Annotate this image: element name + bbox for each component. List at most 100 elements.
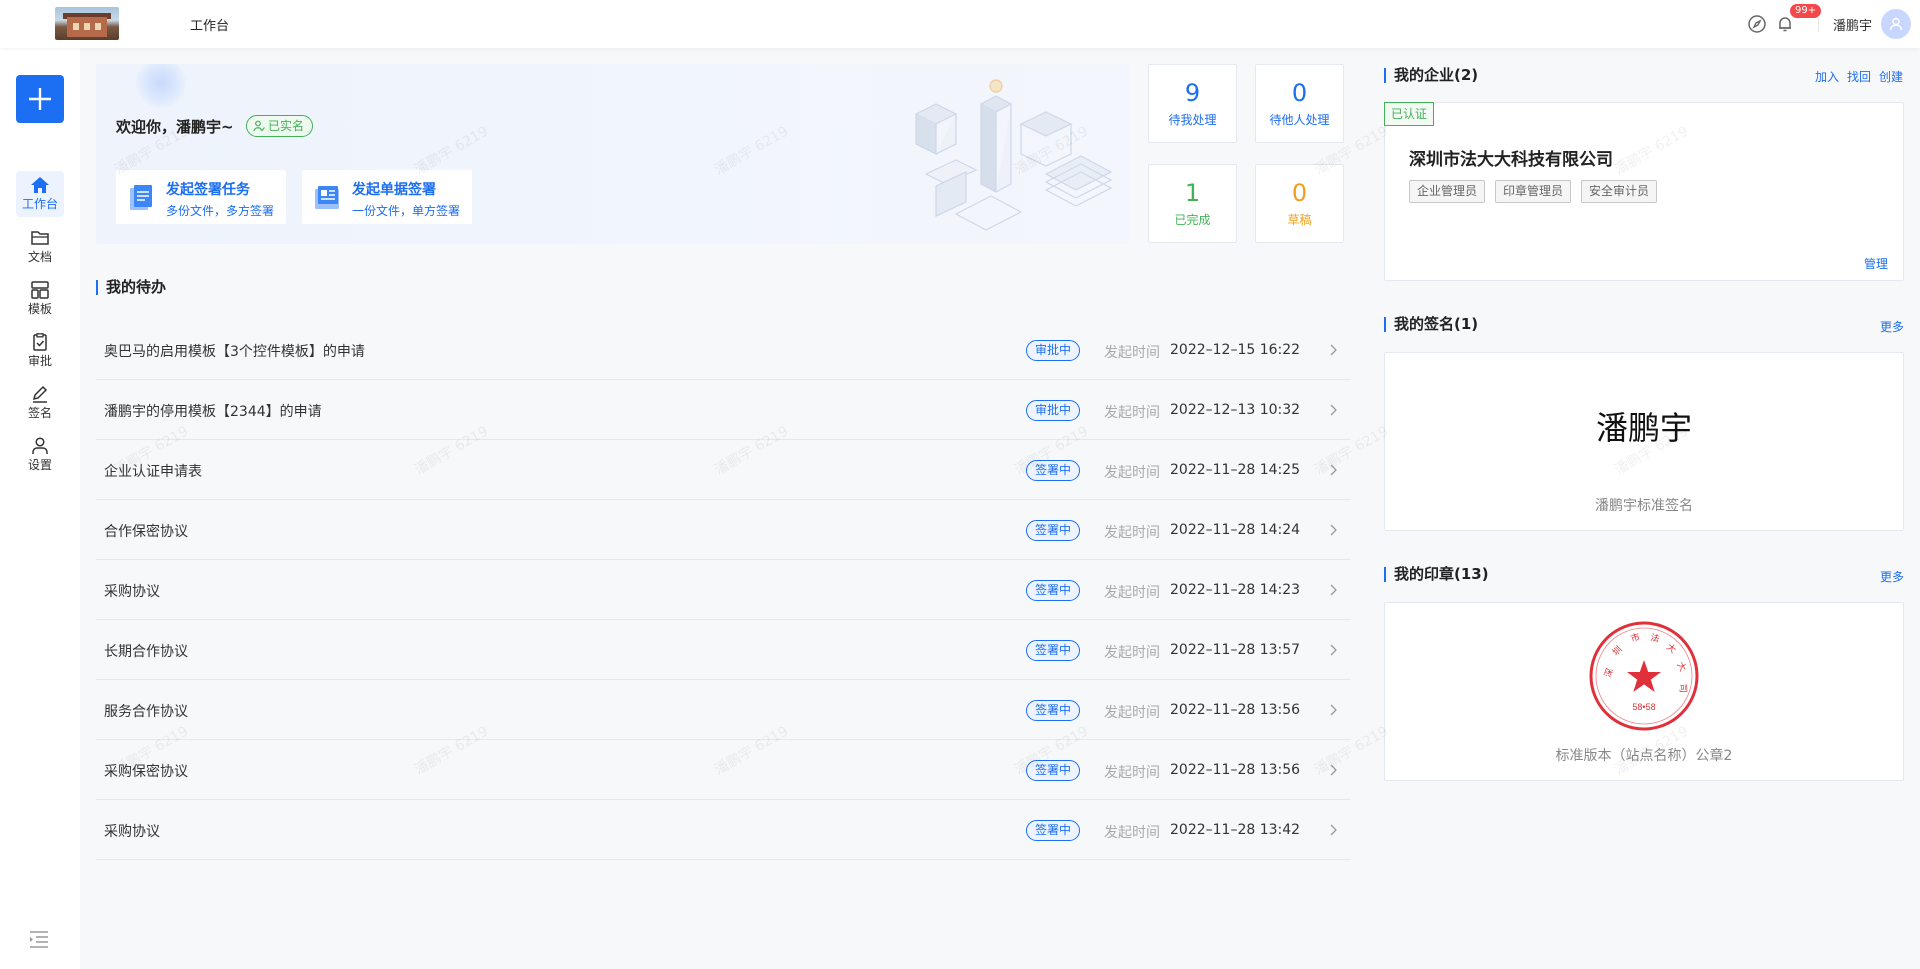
welcome-text: 欢迎你，潘鹏宇~: [116, 118, 234, 136]
todo-time: 2022–11–28 13:57: [1170, 642, 1301, 658]
seal-caption: 标准版本（站点名称）公章2: [1555, 748, 1733, 764]
svg-text:深: 深: [1602, 667, 1614, 679]
stat-pending-others[interactable]: 0 待他人处理: [1255, 64, 1344, 143]
avatar[interactable]: [1881, 9, 1911, 39]
time-label: 发起时间: [1104, 525, 1160, 541]
pen-icon: [32, 385, 48, 403]
plus-icon: [29, 88, 51, 110]
create-button[interactable]: [16, 75, 64, 123]
sidebar-item-label: 设置: [27, 458, 52, 472]
approval-icon: [33, 333, 47, 351]
status-badge: 签署中: [1026, 520, 1081, 541]
role-tag: 企业管理员: [1409, 180, 1486, 203]
seal-section-title: 我的印章(13): [1384, 567, 1489, 582]
stat-drafts[interactable]: 0 草稿: [1255, 164, 1344, 243]
sidebar-item-approval[interactable]: 审批: [16, 328, 64, 374]
todo-name: 服务合作协议: [104, 704, 188, 720]
svg-text:圳: 圳: [1610, 644, 1623, 657]
todo-row[interactable]: 采购协议 签署中 发起时间 2022–11–28 14:23: [96, 560, 1351, 620]
todo-list: 奥巴马的启用模板【3个控件模板】的申请 审批中 发起时间 2022–12–15 …: [96, 320, 1351, 860]
join-link[interactable]: 加入: [1815, 68, 1839, 85]
svg-text:大: 大: [1675, 660, 1689, 673]
time-label: 发起时间: [1104, 765, 1160, 781]
logo[interactable]: [55, 7, 119, 40]
time-label: 发起时间: [1104, 345, 1160, 361]
status-badge: 审批中: [1026, 400, 1081, 421]
todo-section-title: 我的待办: [96, 280, 166, 295]
template-icon: [31, 281, 49, 299]
status-badge: 签署中: [1026, 700, 1081, 721]
stat-label: 待他人处理: [1269, 113, 1330, 127]
manage-link[interactable]: 管理: [1864, 255, 1888, 272]
action-subtitle: 多份文件，多方签署: [166, 204, 275, 218]
svg-text:法: 法: [1650, 631, 1661, 644]
todo-name: 采购保密协议: [104, 764, 188, 780]
status-badge: 签署中: [1026, 760, 1081, 781]
user-icon: [1889, 17, 1903, 31]
single-document-icon: [315, 186, 339, 209]
todo-row[interactable]: 合作保密协议 签署中 发起时间 2022–11–28 14:24: [96, 500, 1351, 560]
todo-name: 采购协议: [104, 824, 160, 840]
todo-row[interactable]: 奥巴马的启用模板【3个控件模板】的申请 审批中 发起时间 2022–12–15 …: [96, 320, 1351, 380]
bell-icon[interactable]: [1775, 14, 1795, 34]
create-link[interactable]: 创建: [1879, 68, 1903, 85]
time-label: 发起时间: [1104, 585, 1160, 601]
chevron-right-icon: [1330, 704, 1337, 716]
signature-section-title: 我的签名(1): [1384, 317, 1478, 332]
start-single-sign-button[interactable]: 发起单据签署 一份文件，单方签署: [302, 170, 472, 224]
action-title: 发起签署任务: [166, 182, 250, 198]
todo-name: 企业认证申请表: [104, 464, 202, 480]
certified-badge: 已认证: [1384, 102, 1435, 126]
sidebar-item-settings[interactable]: 设置: [16, 432, 64, 478]
time-label: 发起时间: [1104, 405, 1160, 421]
stat-value: 0: [1291, 79, 1308, 107]
stat-value: 0: [1291, 179, 1308, 207]
welcome-banner: 欢迎你，潘鹏宇~ 已实名 发起签署任务 多份文件，多方签署 发起单据签署 一份文…: [96, 64, 1129, 244]
todo-row[interactable]: 企业认证申请表 签署中 发起时间 2022–11–28 14:25: [96, 440, 1351, 500]
verified-badge: 已实名: [246, 115, 314, 137]
verified-user-icon: [253, 120, 265, 132]
notification-badge: 99+: [1790, 4, 1822, 18]
stat-pending-me[interactable]: 9 待我处理: [1148, 64, 1237, 143]
status-badge: 签署中: [1026, 820, 1081, 841]
action-title: 发起单据签署: [352, 182, 436, 198]
todo-name: 长期合作协议: [104, 644, 188, 660]
sidebar-item-documents[interactable]: 文档: [16, 224, 64, 270]
user-settings-icon: [32, 437, 48, 454]
todo-row[interactable]: 潘鹏宇的停用模板【2344】的申请 审批中 发起时间 2022–12–13 10…: [96, 380, 1351, 440]
signature-more-link[interactable]: 更多: [1880, 318, 1904, 335]
todo-name: 采购协议: [104, 584, 160, 600]
sidebar-item-signature[interactable]: 签名: [16, 380, 64, 426]
svg-text:司: 司: [1678, 684, 1688, 693]
status-badge: 审批中: [1026, 340, 1081, 361]
sidebar-item-templates[interactable]: 模板: [16, 276, 64, 322]
enterprise-section-title: 我的企业(2): [1384, 68, 1478, 83]
sidebar-item-label: 签名: [27, 406, 52, 420]
todo-name: 潘鹏宇的停用模板【2344】的申请: [104, 404, 322, 420]
page-title[interactable]: 工作台: [190, 15, 229, 34]
todo-time: 2022–11–28 13:42: [1170, 822, 1301, 838]
chevron-right-icon: [1330, 344, 1337, 356]
stat-value: 9: [1184, 79, 1201, 107]
todo-row[interactable]: 服务合作协议 签署中 发起时间 2022–11–28 13:56: [96, 680, 1351, 740]
recover-link[interactable]: 找回: [1847, 68, 1871, 85]
todo-row[interactable]: 采购保密协议 签署中 发起时间 2022–11–28 13:56: [96, 740, 1351, 800]
sidebar-item-label: 文档: [27, 250, 52, 264]
compass-icon[interactable]: [1747, 14, 1767, 34]
todo-row[interactable]: 长期合作协议 签署中 发起时间 2022–11–28 13:57: [96, 620, 1351, 680]
sidebar-item-label: 工作台: [21, 197, 58, 211]
start-sign-task-button[interactable]: 发起签署任务 多份文件，多方签署: [116, 170, 286, 224]
signature-caption: 潘鹏宇标准签名: [1595, 498, 1693, 514]
sidebar: 工作台 文档 模板 审批 签名 设置: [0, 48, 80, 969]
username[interactable]: 潘鹏宇: [1833, 15, 1872, 34]
time-label: 发起时间: [1104, 705, 1160, 721]
todo-time: 2022–12–13 10:32: [1170, 402, 1301, 418]
todo-row[interactable]: 采购协议 签署中 发起时间 2022–11–28 13:42: [96, 800, 1351, 860]
seal-more-link[interactable]: 更多: [1880, 568, 1904, 585]
collapse-menu-icon[interactable]: [28, 928, 50, 950]
sidebar-item-workbench[interactable]: 工作台: [16, 171, 64, 217]
signature-preview: 潘鹏宇: [1595, 409, 1692, 447]
stat-completed[interactable]: 1 已完成: [1148, 164, 1237, 243]
svg-text:市: 市: [1629, 631, 1641, 644]
role-tag: 印章管理员: [1495, 180, 1572, 203]
